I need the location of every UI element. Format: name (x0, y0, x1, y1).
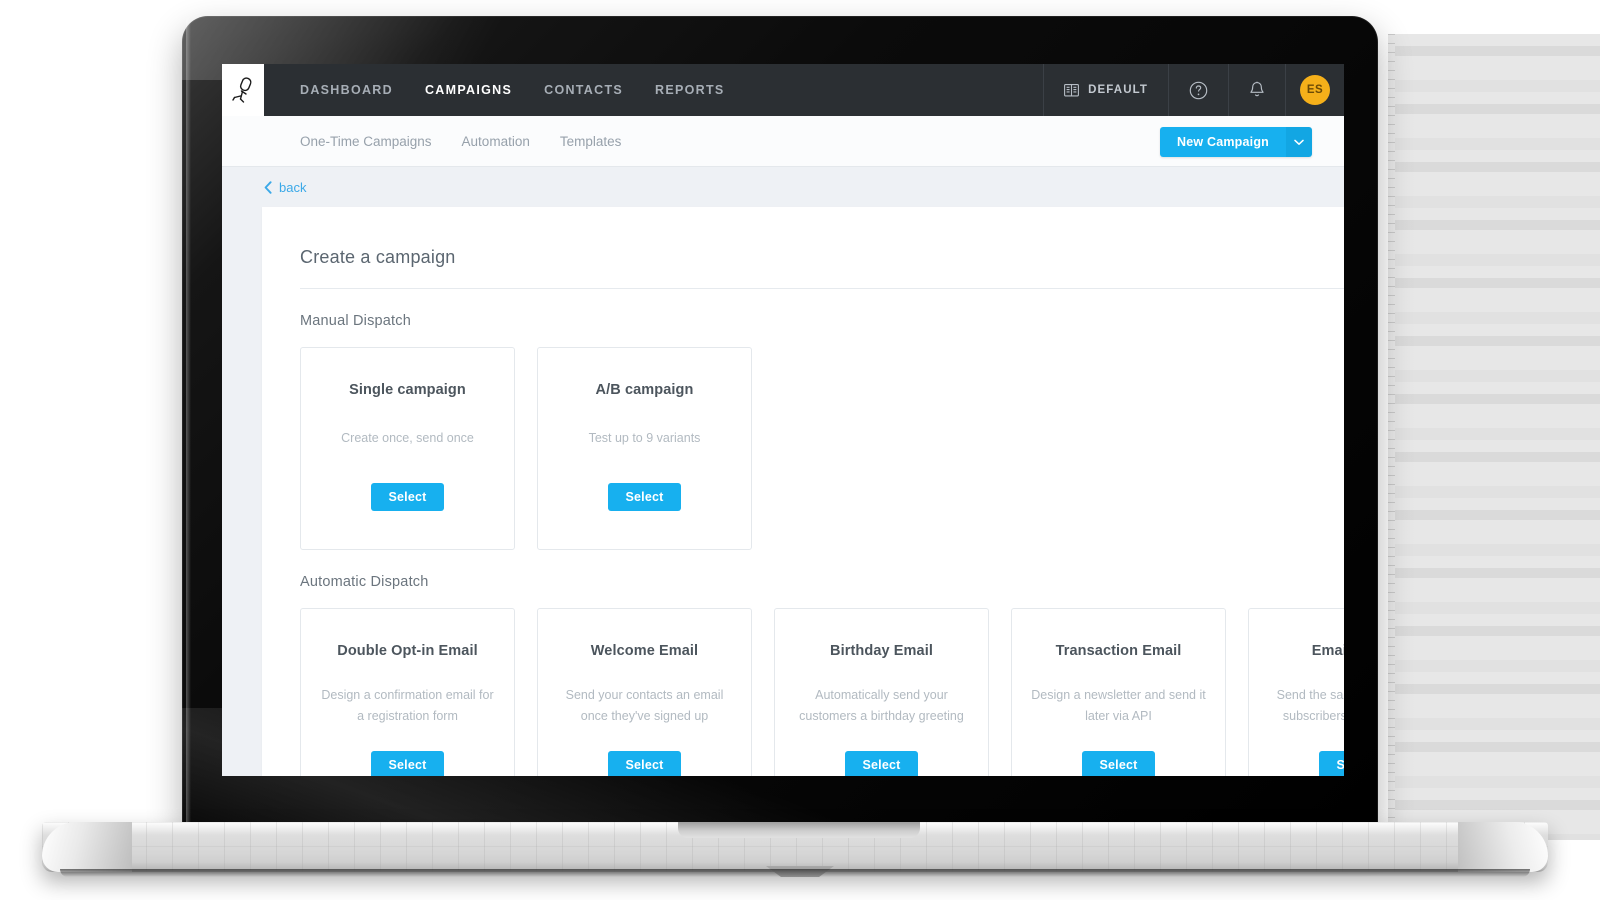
campaign-type-card-birthday-email[interactable]: Birthday Email Automatically send your c… (774, 608, 989, 776)
select-button[interactable]: Select (371, 483, 444, 511)
automatic-dispatch-card-row: Double Opt-in Email Design a confirmatio… (300, 608, 1344, 776)
content-panel-inner: Create a campaign Manual Dispatch Single… (262, 207, 1344, 776)
laptop-base-shadow (60, 869, 1530, 877)
app-logo[interactable] (222, 64, 264, 116)
workspace-selector[interactable]: DEFAULT (1043, 64, 1168, 116)
back-bar: back (222, 167, 1344, 207)
background-striped-panel (1388, 34, 1600, 840)
card-title: Welcome Email (590, 643, 699, 659)
nav-item-contacts[interactable]: CONTACTS (544, 83, 623, 97)
app-viewport: DASHBOARD CAMPAIGNS CONTACTS REPORTS DEF… (222, 64, 1344, 776)
notifications-button[interactable] (1228, 64, 1285, 116)
card-title: A/B campaign (595, 382, 694, 398)
chevron-down-icon (1294, 139, 1304, 145)
nav-item-campaigns[interactable]: CAMPAIGNS (425, 83, 512, 97)
nav-item-reports[interactable]: REPORTS (655, 83, 725, 97)
select-button[interactable]: Select (1319, 751, 1344, 776)
page-title: Create a campaign (300, 247, 1344, 289)
new-campaign-dropdown-toggle[interactable] (1286, 127, 1312, 157)
content-panel: Create a campaign Manual Dispatch Single… (262, 207, 1344, 776)
card-title: Double Opt-in Email (337, 643, 478, 659)
select-button[interactable]: Select (1082, 751, 1155, 776)
question-circle-icon (1189, 81, 1208, 99)
top-nav-right-group: DEFAULT ES (1043, 64, 1344, 116)
section-label-automatic-dispatch: Automatic Dispatch (300, 574, 429, 590)
top-navigation-bar: DASHBOARD CAMPAIGNS CONTACTS REPORTS DEF… (222, 64, 1344, 116)
campaign-type-card-ab-campaign[interactable]: A/B campaign Test up to 9 variants Selec… (537, 347, 752, 550)
laptop-screen: DASHBOARD CAMPAIGNS CONTACTS REPORTS DEF… (222, 64, 1344, 776)
secondary-nav-bar: One-Time Campaigns Automation Templates … (222, 116, 1344, 167)
card-title: Email Series (1311, 643, 1344, 659)
section-label-manual-dispatch: Manual Dispatch (300, 313, 411, 329)
back-link[interactable]: back (222, 180, 306, 195)
background-ruler-strip (1388, 34, 1395, 840)
card-title: Single campaign (349, 382, 466, 398)
tab-one-time-campaigns[interactable]: One-Time Campaigns (300, 134, 432, 149)
card-title: Birthday Email (830, 643, 933, 659)
book-icon (1064, 83, 1080, 96)
laptop-base-notch (678, 822, 920, 838)
campaign-type-card-transaction-email[interactable]: Transaction Email Design a newsletter an… (1011, 608, 1226, 776)
tab-templates[interactable]: Templates (560, 134, 622, 149)
select-button[interactable]: Select (371, 751, 444, 776)
select-button[interactable]: Select (608, 483, 681, 511)
card-description: Send your contacts an email once they've… (565, 688, 724, 723)
secondary-nav-tabs: One-Time Campaigns Automation Templates (222, 134, 621, 149)
tab-automation[interactable]: Automation (462, 134, 530, 149)
manual-dispatch-card-row: Single campaign Create once, send once S… (300, 347, 1344, 550)
card-description: Create once, send once (341, 431, 474, 445)
screenshot-stage: DASHBOARD CAMPAIGNS CONTACTS REPORTS DEF… (0, 0, 1600, 900)
running-figure-logo-icon (232, 77, 252, 103)
select-button[interactable]: Select (608, 751, 681, 776)
workspace-label: DEFAULT (1088, 84, 1148, 96)
card-description: Design a newsletter and send it later vi… (1031, 688, 1206, 723)
campaign-type-card-double-opt-in-email[interactable]: Double Opt-in Email Design a confirmatio… (300, 608, 515, 776)
new-campaign-split-button: New Campaign (1160, 127, 1312, 157)
chevron-left-icon (264, 180, 272, 194)
campaign-type-card-email-series[interactable]: Email Series Send the same email to new … (1248, 608, 1344, 776)
card-description: Send the same email to new subscribers o… (1276, 688, 1344, 723)
laptop-base-right-edge (1458, 822, 1548, 872)
campaign-type-card-welcome-email[interactable]: Welcome Email Send your contacts an emai… (537, 608, 752, 776)
card-description: Test up to 9 variants (588, 431, 701, 445)
card-description: Automatically send your customers a birt… (799, 688, 964, 723)
avatar: ES (1300, 75, 1330, 105)
nav-item-dashboard[interactable]: DASHBOARD (300, 83, 393, 97)
help-button[interactable] (1168, 64, 1228, 116)
card-title: Transaction Email (1055, 643, 1182, 659)
primary-nav: DASHBOARD CAMPAIGNS CONTACTS REPORTS (264, 64, 725, 116)
card-description: Design a confirmation email for a regist… (321, 688, 494, 723)
back-link-label: back (279, 179, 307, 195)
user-menu[interactable]: ES (1285, 64, 1344, 116)
bell-icon (1250, 81, 1264, 97)
select-button[interactable]: Select (845, 751, 918, 776)
campaign-type-card-single-campaign[interactable]: Single campaign Create once, send once S… (300, 347, 515, 550)
laptop-base-left-edge (42, 822, 132, 872)
new-campaign-button[interactable]: New Campaign (1160, 127, 1286, 157)
